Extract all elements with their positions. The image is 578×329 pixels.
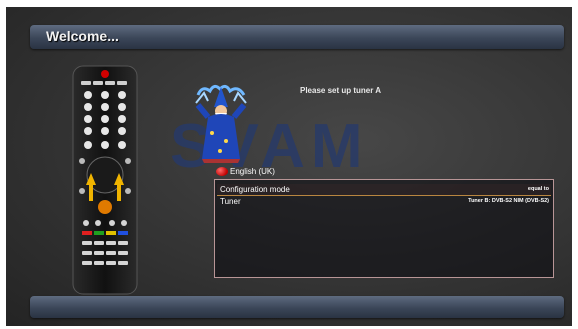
list-item-tuner[interactable]: Tuner Tuner B: DVB-S2 NIM (DVB-S2) [217,196,551,207]
wizard-prompt: Please set up tuner A [300,86,382,95]
remote-control-image [72,65,138,300]
wizard-mascot-icon [192,83,250,170]
list-item-value: equal to [527,186,549,192]
page-title: Welcome... [46,28,119,44]
list-item-configuration-mode[interactable]: Configuration mode equal to [217,184,551,196]
list-item-value: Tuner B: DVB-S2 NIM (DVB-S2) [468,198,549,204]
title-bar: Welcome... [30,25,564,49]
language-label: English (UK) [230,166,275,176]
language-indicator: English (UK) [216,165,275,177]
tv-screen: Welcome... SVAM Please set up tuner A En… [6,7,572,326]
red-button-icon [216,166,228,176]
tuner-config-list[interactable]: Configuration mode equal to Tuner Tuner … [214,179,554,278]
list-item-label: Tuner [220,197,241,206]
bottom-bar [30,296,564,318]
list-item-label: Configuration mode [220,185,290,194]
